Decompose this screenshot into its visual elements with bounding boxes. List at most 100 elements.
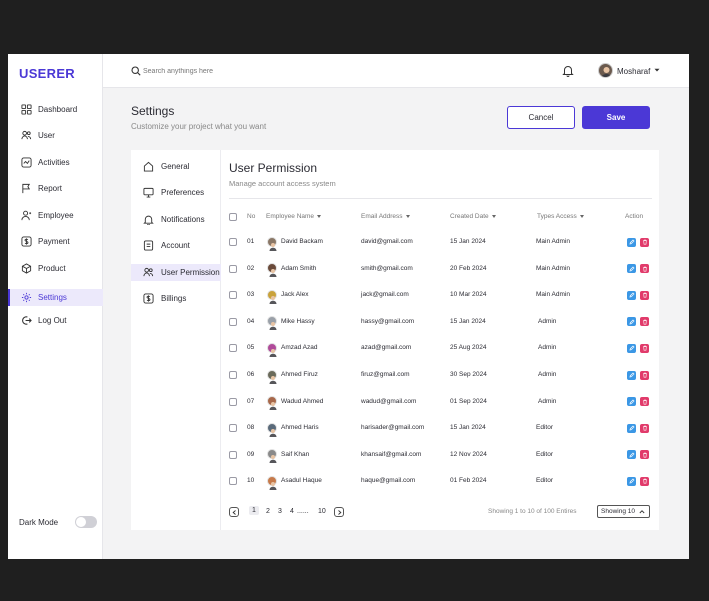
created-date: 30 Sep 2024: [450, 371, 487, 378]
page-size-select[interactable]: Showing 10: [597, 505, 650, 518]
edit-button[interactable]: [627, 237, 636, 247]
sidebar-item-report[interactable]: Report: [8, 180, 103, 197]
delete-button[interactable]: [640, 290, 649, 300]
logout-icon: [20, 315, 32, 327]
edit-button[interactable]: [627, 264, 636, 274]
delete-button[interactable]: [640, 397, 649, 407]
column-header-types-access[interactable]: Types Access: [537, 213, 584, 220]
edit-button[interactable]: [627, 343, 636, 353]
created-date: 15 Jan 2024: [450, 238, 486, 245]
row-checkbox[interactable]: [229, 424, 237, 433]
page-2[interactable]: 2: [266, 508, 270, 515]
delete-button[interactable]: [640, 237, 649, 247]
employee-icon: [20, 210, 32, 222]
row-checkbox[interactable]: [229, 238, 237, 246]
row-checkbox[interactable]: [229, 344, 237, 353]
edit-button[interactable]: [627, 370, 636, 380]
row-checkbox[interactable]: [229, 477, 237, 486]
delete-button[interactable]: [640, 264, 649, 274]
created-date: 01 Sep 2024: [450, 397, 487, 405]
sidebar-item-label: User: [38, 131, 55, 140]
page-4[interactable]: 4: [290, 508, 294, 515]
page-1[interactable]: 1: [249, 506, 259, 515]
row-checkbox[interactable]: [229, 264, 237, 273]
settings-nav-label: User Permission: [161, 268, 220, 277]
settings-nav-account[interactable]: Account: [131, 237, 221, 254]
employee-email: smith@gmail.com: [361, 264, 413, 272]
chevron-left-icon: [232, 509, 236, 515]
edit-icon: [629, 266, 634, 272]
delete-button[interactable]: [640, 317, 649, 327]
access-type: Editor: [536, 424, 553, 432]
page-ellipsis: ......: [297, 508, 309, 515]
created-date: 12 Nov 2024: [450, 450, 487, 458]
settings-nav-user-permission[interactable]: User Permission: [131, 264, 221, 281]
settings-nav-general[interactable]: General: [131, 158, 221, 175]
edit-button[interactable]: [627, 476, 636, 486]
settings-nav-billings[interactable]: Billings: [131, 290, 221, 307]
sidebar-item-label: Settings: [38, 293, 67, 302]
delete-button[interactable]: [640, 370, 649, 380]
sidebar-item-activities[interactable]: Activities: [8, 154, 103, 171]
sidebar-item-label: Report: [38, 184, 63, 193]
settings-nav: General Preferences Notifications Accoun…: [131, 150, 221, 530]
sidebar-item-logout[interactable]: Log Out: [8, 312, 103, 329]
select-all-checkbox[interactable]: [229, 213, 237, 221]
edit-button[interactable]: [627, 423, 636, 433]
user-name[interactable]: Mosharaf: [617, 67, 650, 76]
edit-icon: [629, 239, 634, 245]
dark-mode-toggle[interactable]: [75, 516, 97, 528]
bell-icon[interactable]: [562, 64, 574, 77]
avatar[interactable]: [598, 63, 613, 78]
access-type: Admin: [538, 371, 557, 378]
edit-button[interactable]: [627, 317, 636, 327]
edit-button[interactable]: [627, 450, 636, 460]
search-input[interactable]: [143, 64, 343, 78]
employee-email: azad@gmail.com: [361, 344, 412, 352]
trash-icon: [642, 266, 647, 272]
page-3[interactable]: 3: [278, 508, 282, 515]
settings-nav-preferences[interactable]: Preferences: [131, 184, 221, 201]
sidebar-item-settings[interactable]: Settings: [8, 289, 103, 306]
settings-card: General Preferences Notifications Accoun…: [131, 150, 659, 530]
delete-button[interactable]: [640, 476, 649, 486]
chevron-down-icon[interactable]: [654, 67, 660, 73]
column-header-created-date[interactable]: Created Date: [450, 213, 496, 220]
column-header-email[interactable]: Email Address: [361, 213, 410, 220]
settings-nav-label: Account: [161, 241, 190, 250]
save-button[interactable]: Save: [582, 106, 650, 129]
column-header-employee-name[interactable]: Employee Name: [266, 213, 322, 220]
row-checkbox[interactable]: [229, 371, 237, 379]
access-type: Admin: [538, 317, 557, 325]
row-checkbox[interactable]: [229, 450, 237, 459]
sidebar-item-dashboard[interactable]: Dashboard: [8, 101, 103, 118]
sidebar-item-label: Employee: [38, 211, 74, 220]
next-page-button[interactable]: [334, 507, 344, 517]
avatar: [267, 263, 277, 278]
page-10[interactable]: 10: [318, 508, 326, 515]
row-checkbox[interactable]: [229, 397, 237, 406]
created-date: 15 Jan 2024: [450, 424, 486, 432]
delete-button[interactable]: [640, 423, 649, 433]
row-number: 10: [247, 477, 255, 485]
edit-button[interactable]: [627, 397, 636, 407]
sidebar-item-employee[interactable]: Employee: [8, 207, 103, 224]
sidebar-item-payment[interactable]: Payment: [8, 233, 103, 250]
sidebar-item-user[interactable]: User: [8, 127, 103, 144]
app-window: USERER Dashboard User Activities Report …: [8, 54, 689, 559]
edit-button[interactable]: [627, 290, 636, 300]
row-checkbox[interactable]: [229, 317, 237, 326]
settings-nav-notifications[interactable]: Notifications: [131, 211, 221, 228]
trash-icon: [642, 319, 647, 325]
prev-page-button[interactable]: [229, 507, 239, 517]
row-checkbox[interactable]: [229, 291, 237, 300]
delete-button[interactable]: [640, 343, 649, 353]
sidebar: USERER Dashboard User Activities Report …: [8, 54, 103, 559]
cancel-button[interactable]: Cancel: [507, 106, 575, 129]
employee-name: Mike Hassy: [281, 317, 315, 325]
delete-button[interactable]: [640, 450, 649, 460]
sidebar-item-product[interactable]: Product: [8, 260, 103, 277]
created-date: 01 Feb 2024: [450, 477, 487, 485]
created-date: 10 Mar 2024: [450, 291, 487, 299]
box-icon: [20, 263, 32, 275]
